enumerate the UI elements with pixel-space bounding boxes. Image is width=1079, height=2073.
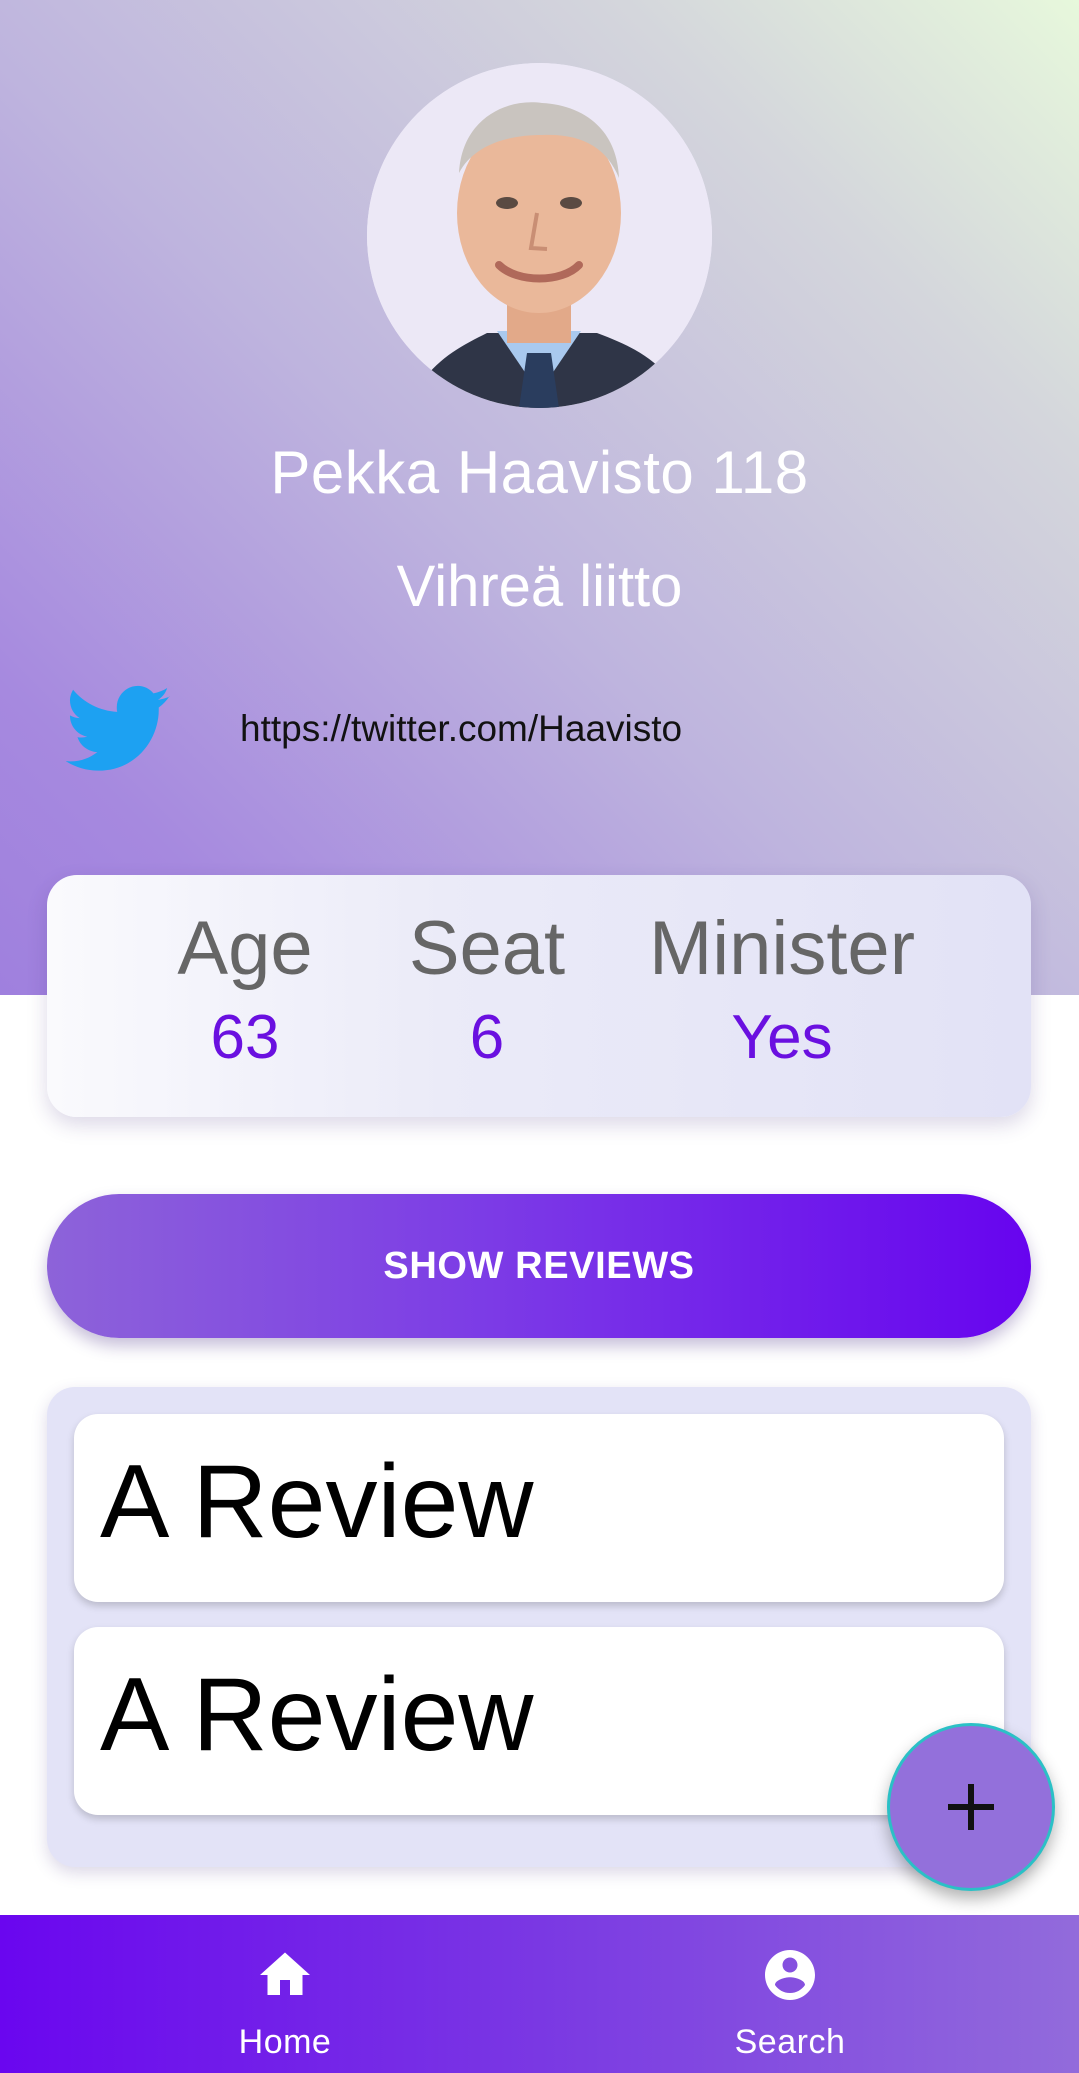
account-circle-icon [765,1950,815,2000]
profile-avatar [367,63,712,408]
stat-minister: Minister Yes [632,911,932,1069]
review-title: A Review [100,1657,534,1773]
stat-seat-label: Seat [408,906,566,991]
nav-home[interactable]: Home [185,1915,385,2073]
stat-age-label: Age [177,906,313,991]
twitter-bird-icon[interactable] [66,684,172,776]
show-reviews-button[interactable]: SHOW REVIEWS [47,1194,1031,1338]
review-card[interactable]: A Review [74,1414,1004,1602]
profile-header: Pekka Haavisto 118 Vihreä liitto https:/… [0,0,1079,995]
nav-search-label: Search [734,2023,846,2061]
review-card[interactable]: A Review [74,1627,1004,1815]
stats-card: Age 63 Seat 6 Minister Yes [47,875,1031,1117]
bottom-navigation: Home Search [0,1915,1079,2073]
review-title: A Review [100,1444,534,1560]
nav-search[interactable]: Search [690,1915,890,2073]
nav-home-label: Home [238,2023,332,2061]
home-icon [260,1952,310,1995]
portrait-photo-icon [367,63,712,408]
stat-age-value: 63 [210,1003,280,1072]
stat-age: Age 63 [165,911,325,1069]
stat-seat-value: 6 [469,1003,505,1072]
reviews-list: A Review A Review [47,1387,1031,1867]
stat-minister-value: Yes [731,1003,833,1072]
stat-seat: Seat 6 [392,911,582,1069]
add-review-button[interactable] [887,1723,1055,1891]
plus-icon [948,1784,994,1830]
twitter-link[interactable]: https://twitter.com/Haavisto [240,708,682,750]
politician-name: Pekka Haavisto 118 [270,439,809,506]
party-name: Vihreä liitto [396,554,683,619]
stat-minister-label: Minister [648,906,916,991]
